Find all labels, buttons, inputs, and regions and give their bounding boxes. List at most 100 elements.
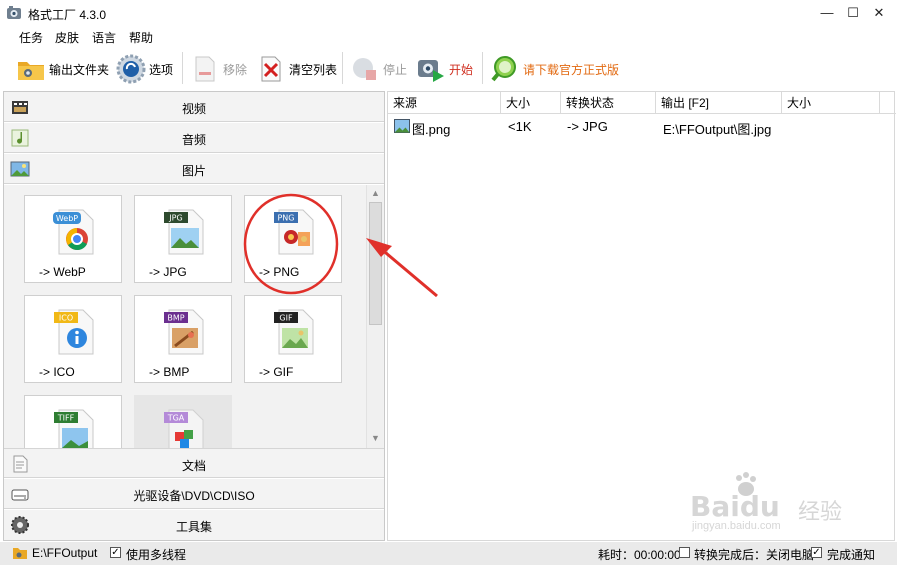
title-bar: 格式工厂 4.3.0 — ☐ ✕: [0, 0, 897, 26]
close-button[interactable]: ✕: [870, 4, 888, 22]
column-status[interactable]: 转换状态: [561, 92, 656, 114]
column-source[interactable]: 来源: [388, 92, 501, 114]
jpg-badge: JPG: [168, 214, 182, 223]
format-grid: WebP -> WebP JPG -> JPG PNG -> PNG ICO -…: [4, 185, 384, 448]
category-video-label: 视频: [181, 102, 206, 116]
watermark-url: jingyan.baidu.com: [692, 520, 781, 532]
scroll-down-arrow-icon[interactable]: ▼: [369, 432, 382, 445]
format-label-ico: -> ICO: [39, 365, 75, 379]
notify-label: 完成通知: [827, 548, 876, 562]
menu-bar: 任务 皮肤 语言 帮助: [0, 26, 897, 46]
bmp-file-icon: BMP: [164, 309, 204, 355]
jpg-file-icon: JPG: [164, 209, 204, 255]
multithread-label: 使用多线程: [126, 548, 187, 562]
start-button[interactable]: 开始: [416, 52, 473, 86]
column-output-size[interactable]: 大小: [782, 92, 880, 114]
category-rom-device[interactable]: 光驱设备\DVD\CD\ISO: [4, 479, 384, 509]
remove-button[interactable]: 移除: [190, 52, 247, 86]
output-folder-button[interactable]: 输出文件夹: [16, 52, 109, 86]
after-convert-label: 转换完成后：关闭电脑: [694, 548, 815, 562]
stop-label: 停止: [383, 62, 408, 77]
magnifier-icon: [491, 56, 516, 82]
tga-badge: TGA: [167, 414, 185, 423]
output-path[interactable]: E:\FFOutput: [32, 546, 97, 560]
format-tile-bmp[interactable]: BMP -> BMP: [134, 295, 232, 383]
baidu-watermark: Baidu 经验 jingyan.baidu.com: [690, 470, 890, 532]
after-convert-checkbox[interactable]: [679, 547, 690, 558]
toolbar-divider: [182, 52, 183, 84]
multithread-checkbox[interactable]: ✓: [110, 547, 121, 558]
format-label-bmp: -> BMP: [149, 365, 190, 379]
maximize-button[interactable]: ☐: [844, 4, 862, 22]
format-tile-tga[interactable]: TGA: [134, 395, 232, 448]
column-output[interactable]: 输出 [F2]: [656, 92, 782, 114]
start-label: 开始: [449, 62, 474, 77]
category-image-label: 图片: [181, 164, 206, 178]
format-label-gif: -> GIF: [259, 365, 294, 379]
category-audio-label: 音频: [181, 133, 206, 147]
category-audio[interactable]: 音频: [4, 123, 384, 153]
bmp-badge: BMP: [167, 314, 184, 323]
row-status: -> JPG: [567, 119, 608, 134]
row-output: E:\FFOutput\图.jpg: [663, 122, 772, 137]
png-file-icon: PNG: [274, 209, 314, 255]
task-list-header: 来源 大小 转换状态 输出 [F2] 大小: [388, 92, 896, 114]
format-tile-webp[interactable]: WebP -> WebP: [24, 195, 122, 283]
category-image[interactable]: 图片: [4, 154, 384, 184]
stop-button[interactable]: 停止: [350, 52, 407, 86]
gif-file-icon: GIF: [274, 309, 314, 355]
row-size: <1K: [508, 119, 532, 134]
menu-task[interactable]: 任务: [19, 29, 43, 46]
category-video[interactable]: 视频: [4, 92, 384, 122]
menu-skin[interactable]: 皮肤: [55, 29, 79, 46]
format-label-webp: -> WebP: [39, 265, 86, 279]
category-document[interactable]: 文档: [4, 448, 384, 478]
menu-language[interactable]: 语言: [92, 29, 116, 46]
format-tile-png[interactable]: PNG -> PNG: [244, 195, 342, 283]
app-icon: [7, 6, 21, 19]
category-rom-device-label: 光驱设备\DVD\CD\ISO: [133, 489, 255, 503]
menu-help[interactable]: 帮助: [129, 29, 153, 46]
folder-icon: [18, 62, 44, 80]
remove-doc-icon: [195, 56, 215, 82]
table-row[interactable]: 图.png <1K -> JPG E:\FFOutput\图.jpg: [388, 116, 896, 137]
scroll-up-arrow-icon[interactable]: ▲: [369, 187, 382, 200]
format-grid-scrollbar[interactable]: ▲ ▼: [366, 185, 383, 448]
category-document-label: 文档: [181, 459, 206, 473]
folder-small-icon: [13, 548, 27, 559]
format-tile-tiff[interactable]: TIFF: [24, 395, 122, 448]
watermark-brand: Baidu: [690, 490, 780, 523]
clear-list-icon: [261, 56, 281, 82]
scroll-thumb[interactable]: [369, 202, 382, 325]
format-label-png: -> PNG: [259, 265, 300, 279]
row-source: 图.png: [412, 122, 451, 137]
png-badge: PNG: [277, 214, 294, 223]
format-label-jpg: -> JPG: [149, 265, 187, 279]
download-official-button[interactable]: 请下载官方正式版: [490, 52, 619, 86]
download-official-label: 请下载官方正式版: [523, 62, 620, 77]
status-bar: E:\FFOutput ✓ 使用多线程 耗时：00:00:00 转换完成后：关闭…: [0, 542, 897, 565]
gear-icon: [116, 54, 146, 84]
column-size[interactable]: 大小: [501, 92, 561, 114]
minimize-button[interactable]: —: [818, 4, 836, 22]
category-tools-label: 工具集: [175, 520, 212, 534]
format-tile-gif[interactable]: GIF -> GIF: [244, 295, 342, 383]
stop-icon: [353, 58, 376, 80]
ico-file-icon: ICO: [54, 309, 94, 355]
ico-badge: ICO: [59, 314, 73, 323]
format-factory-window: 格式工厂 4.3.0 — ☐ ✕ 任务 皮肤 语言 帮助 输出文件夹 选项 移除…: [0, 0, 897, 565]
elapsed-time: 耗时：00:00:00: [598, 548, 681, 562]
tga-file-icon: TGA: [164, 409, 204, 448]
options-button[interactable]: 选项: [116, 52, 173, 86]
clear-list-button[interactable]: 清空列表: [256, 52, 337, 86]
options-label: 选项: [149, 62, 174, 77]
webp-file-icon: WebP: [53, 209, 94, 255]
notify-checkbox[interactable]: ✓: [811, 547, 822, 558]
start-icon: [418, 60, 444, 82]
format-tile-jpg[interactable]: JPG -> JPG: [134, 195, 232, 283]
category-tools[interactable]: 工具集: [4, 510, 384, 540]
tiff-badge: TIFF: [57, 414, 75, 423]
image-file-icon: [394, 119, 410, 133]
clear-list-label: 清空列表: [289, 62, 338, 77]
format-tile-ico[interactable]: ICO -> ICO: [24, 295, 122, 383]
